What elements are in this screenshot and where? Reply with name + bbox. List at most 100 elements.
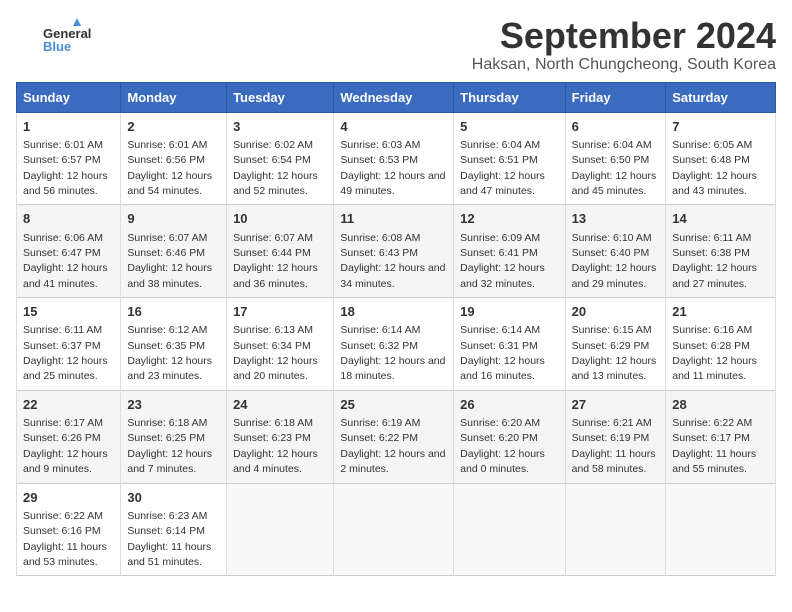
day-cell: 20 Sunrise: 6:15 AMSunset: 6:29 PMDaylig…	[565, 298, 666, 391]
day-info: Sunrise: 6:16 AMSunset: 6:28 PMDaylight:…	[672, 324, 757, 382]
week-row-5: 29 Sunrise: 6:22 AMSunset: 6:16 PMDaylig…	[17, 483, 776, 576]
logo-icon: General Blue	[16, 16, 106, 56]
day-cell: 1 Sunrise: 6:01 AMSunset: 6:57 PMDayligh…	[17, 112, 121, 205]
column-header-friday: Friday	[565, 82, 666, 112]
day-cell: 24 Sunrise: 6:18 AMSunset: 6:23 PMDaylig…	[227, 390, 334, 483]
day-number: 1	[23, 118, 114, 136]
day-number: 28	[672, 396, 769, 414]
header-row: SundayMondayTuesdayWednesdayThursdayFrid…	[17, 82, 776, 112]
day-cell: 10 Sunrise: 6:07 AMSunset: 6:44 PMDaylig…	[227, 205, 334, 298]
day-number: 15	[23, 303, 114, 321]
day-cell: 16 Sunrise: 6:12 AMSunset: 6:35 PMDaylig…	[121, 298, 227, 391]
day-number: 30	[127, 489, 220, 507]
day-number: 24	[233, 396, 327, 414]
page-header: General Blue September 2024 Haksan, Nort…	[16, 16, 776, 74]
day-info: Sunrise: 6:14 AMSunset: 6:32 PMDaylight:…	[340, 324, 445, 382]
day-info: Sunrise: 6:19 AMSunset: 6:22 PMDaylight:…	[340, 417, 445, 475]
day-number: 9	[127, 210, 220, 228]
week-row-4: 22 Sunrise: 6:17 AMSunset: 6:26 PMDaylig…	[17, 390, 776, 483]
day-number: 5	[460, 118, 558, 136]
day-info: Sunrise: 6:01 AMSunset: 6:56 PMDaylight:…	[127, 139, 212, 197]
week-row-3: 15 Sunrise: 6:11 AMSunset: 6:37 PMDaylig…	[17, 298, 776, 391]
location-title: Haksan, North Chungcheong, South Korea	[472, 56, 776, 74]
day-info: Sunrise: 6:14 AMSunset: 6:31 PMDaylight:…	[460, 324, 545, 382]
day-cell: 22 Sunrise: 6:17 AMSunset: 6:26 PMDaylig…	[17, 390, 121, 483]
day-info: Sunrise: 6:22 AMSunset: 6:16 PMDaylight:…	[23, 510, 107, 568]
calendar-table: SundayMondayTuesdayWednesdayThursdayFrid…	[16, 82, 776, 577]
day-cell: 18 Sunrise: 6:14 AMSunset: 6:32 PMDaylig…	[334, 298, 454, 391]
day-cell: 27 Sunrise: 6:21 AMSunset: 6:19 PMDaylig…	[565, 390, 666, 483]
svg-text:Blue: Blue	[43, 39, 71, 54]
day-info: Sunrise: 6:11 AMSunset: 6:37 PMDaylight:…	[23, 324, 108, 382]
day-cell: 14 Sunrise: 6:11 AMSunset: 6:38 PMDaylig…	[666, 205, 776, 298]
day-number: 26	[460, 396, 558, 414]
week-row-1: 1 Sunrise: 6:01 AMSunset: 6:57 PMDayligh…	[17, 112, 776, 205]
day-info: Sunrise: 6:01 AMSunset: 6:57 PMDaylight:…	[23, 139, 108, 197]
day-cell: 29 Sunrise: 6:22 AMSunset: 6:16 PMDaylig…	[17, 483, 121, 576]
day-cell	[565, 483, 666, 576]
day-info: Sunrise: 6:12 AMSunset: 6:35 PMDaylight:…	[127, 324, 212, 382]
column-header-tuesday: Tuesday	[227, 82, 334, 112]
day-info: Sunrise: 6:03 AMSunset: 6:53 PMDaylight:…	[340, 139, 445, 197]
day-cell: 13 Sunrise: 6:10 AMSunset: 6:40 PMDaylig…	[565, 205, 666, 298]
month-title: September 2024	[472, 16, 776, 56]
day-cell: 26 Sunrise: 6:20 AMSunset: 6:20 PMDaylig…	[454, 390, 565, 483]
day-number: 12	[460, 210, 558, 228]
day-info: Sunrise: 6:08 AMSunset: 6:43 PMDaylight:…	[340, 232, 445, 290]
day-cell: 4 Sunrise: 6:03 AMSunset: 6:53 PMDayligh…	[334, 112, 454, 205]
day-cell: 30 Sunrise: 6:23 AMSunset: 6:14 PMDaylig…	[121, 483, 227, 576]
day-cell: 25 Sunrise: 6:19 AMSunset: 6:22 PMDaylig…	[334, 390, 454, 483]
day-cell: 3 Sunrise: 6:02 AMSunset: 6:54 PMDayligh…	[227, 112, 334, 205]
column-header-thursday: Thursday	[454, 82, 565, 112]
day-number: 4	[340, 118, 447, 136]
day-number: 20	[572, 303, 660, 321]
day-number: 29	[23, 489, 114, 507]
day-info: Sunrise: 6:21 AMSunset: 6:19 PMDaylight:…	[572, 417, 656, 475]
day-info: Sunrise: 6:07 AMSunset: 6:46 PMDaylight:…	[127, 232, 212, 290]
day-number: 6	[572, 118, 660, 136]
day-info: Sunrise: 6:20 AMSunset: 6:20 PMDaylight:…	[460, 417, 545, 475]
day-info: Sunrise: 6:02 AMSunset: 6:54 PMDaylight:…	[233, 139, 318, 197]
day-cell: 21 Sunrise: 6:16 AMSunset: 6:28 PMDaylig…	[666, 298, 776, 391]
day-number: 13	[572, 210, 660, 228]
day-info: Sunrise: 6:07 AMSunset: 6:44 PMDaylight:…	[233, 232, 318, 290]
day-info: Sunrise: 6:23 AMSunset: 6:14 PMDaylight:…	[127, 510, 211, 568]
day-info: Sunrise: 6:22 AMSunset: 6:17 PMDaylight:…	[672, 417, 756, 475]
day-number: 2	[127, 118, 220, 136]
day-info: Sunrise: 6:18 AMSunset: 6:25 PMDaylight:…	[127, 417, 212, 475]
day-info: Sunrise: 6:17 AMSunset: 6:26 PMDaylight:…	[23, 417, 108, 475]
day-number: 16	[127, 303, 220, 321]
day-cell	[227, 483, 334, 576]
logo: General Blue	[16, 16, 108, 56]
day-cell	[334, 483, 454, 576]
column-header-monday: Monday	[121, 82, 227, 112]
day-info: Sunrise: 6:09 AMSunset: 6:41 PMDaylight:…	[460, 232, 545, 290]
column-header-saturday: Saturday	[666, 82, 776, 112]
day-cell: 19 Sunrise: 6:14 AMSunset: 6:31 PMDaylig…	[454, 298, 565, 391]
day-number: 3	[233, 118, 327, 136]
day-number: 22	[23, 396, 114, 414]
day-cell: 12 Sunrise: 6:09 AMSunset: 6:41 PMDaylig…	[454, 205, 565, 298]
day-cell: 2 Sunrise: 6:01 AMSunset: 6:56 PMDayligh…	[121, 112, 227, 205]
day-cell: 6 Sunrise: 6:04 AMSunset: 6:50 PMDayligh…	[565, 112, 666, 205]
day-cell: 28 Sunrise: 6:22 AMSunset: 6:17 PMDaylig…	[666, 390, 776, 483]
day-info: Sunrise: 6:04 AMSunset: 6:50 PMDaylight:…	[572, 139, 657, 197]
column-header-wednesday: Wednesday	[334, 82, 454, 112]
day-cell: 7 Sunrise: 6:05 AMSunset: 6:48 PMDayligh…	[666, 112, 776, 205]
day-number: 21	[672, 303, 769, 321]
day-info: Sunrise: 6:11 AMSunset: 6:38 PMDaylight:…	[672, 232, 757, 290]
day-info: Sunrise: 6:04 AMSunset: 6:51 PMDaylight:…	[460, 139, 545, 197]
day-cell: 5 Sunrise: 6:04 AMSunset: 6:51 PMDayligh…	[454, 112, 565, 205]
day-number: 8	[23, 210, 114, 228]
day-info: Sunrise: 6:10 AMSunset: 6:40 PMDaylight:…	[572, 232, 657, 290]
day-number: 19	[460, 303, 558, 321]
week-row-2: 8 Sunrise: 6:06 AMSunset: 6:47 PMDayligh…	[17, 205, 776, 298]
day-number: 7	[672, 118, 769, 136]
day-cell	[454, 483, 565, 576]
day-cell: 8 Sunrise: 6:06 AMSunset: 6:47 PMDayligh…	[17, 205, 121, 298]
day-number: 10	[233, 210, 327, 228]
day-cell: 17 Sunrise: 6:13 AMSunset: 6:34 PMDaylig…	[227, 298, 334, 391]
day-number: 11	[340, 210, 447, 228]
day-cell: 23 Sunrise: 6:18 AMSunset: 6:25 PMDaylig…	[121, 390, 227, 483]
day-number: 27	[572, 396, 660, 414]
